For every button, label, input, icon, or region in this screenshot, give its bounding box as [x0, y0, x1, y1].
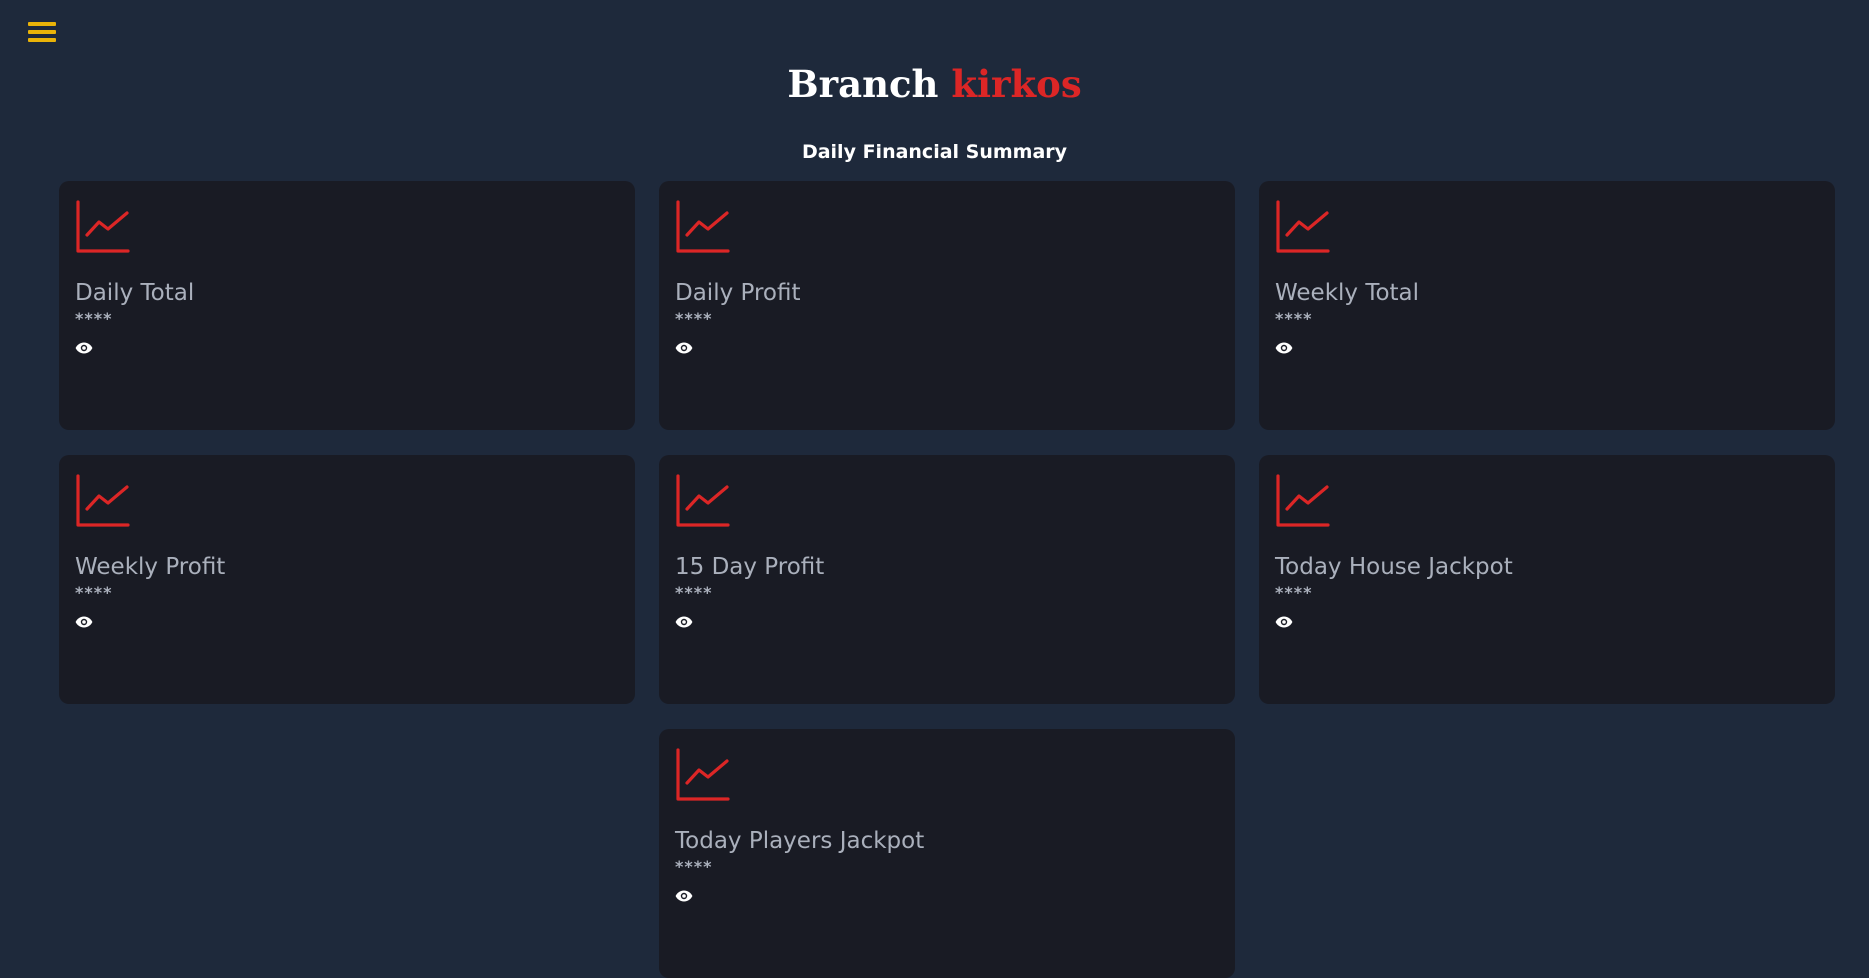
- eye-icon[interactable]: [675, 616, 693, 628]
- card-value: ****: [1275, 309, 1313, 328]
- chart-line-icon: [76, 474, 130, 527]
- title-branch: Branch: [787, 62, 939, 106]
- title-branch-name: kirkos: [951, 62, 1082, 106]
- summary-card-weekly-total: Weekly Total ****: [1259, 181, 1835, 430]
- page-title: Branch kirkos: [0, 62, 1869, 106]
- chart-line-icon: [1276, 200, 1330, 253]
- card-value: ****: [1275, 583, 1313, 602]
- summary-card-today-house-jackpot: Today House Jackpot ****: [1259, 455, 1835, 704]
- menu-bar: [28, 38, 56, 42]
- card-label: Daily Total: [75, 280, 195, 306]
- card-value: ****: [675, 309, 713, 328]
- summary-card-today-players-jackpot: Today Players Jackpot ****: [659, 729, 1235, 978]
- chart-line-icon: [1276, 474, 1330, 527]
- eye-icon[interactable]: [1275, 616, 1293, 628]
- card-label: Weekly Profit: [75, 554, 226, 580]
- eye-icon[interactable]: [675, 890, 693, 902]
- card-label: Weekly Total: [1275, 280, 1420, 306]
- eye-icon[interactable]: [1275, 342, 1293, 354]
- hamburger-menu-icon[interactable]: [28, 20, 56, 44]
- eye-icon[interactable]: [75, 342, 93, 354]
- card-label: 15 Day Profit: [675, 554, 825, 580]
- card-value: ****: [75, 583, 113, 602]
- card-label: Daily Profit: [675, 280, 801, 306]
- menu-bar: [28, 22, 56, 26]
- chart-line-icon: [76, 200, 130, 253]
- summary-card-daily-profit: Daily Profit ****: [659, 181, 1235, 430]
- card-value: ****: [675, 857, 713, 876]
- card-value: ****: [675, 583, 713, 602]
- summary-card-weekly-profit: Weekly Profit ****: [59, 455, 635, 704]
- summary-card-daily-total: Daily Total ****: [59, 181, 635, 430]
- chart-line-icon: [676, 474, 730, 527]
- summary-grid: Daily Total **** Daily Profit **** Weekl…: [59, 181, 1835, 978]
- chart-line-icon: [676, 200, 730, 253]
- page-subtitle: Daily Financial Summary: [801, 141, 1068, 163]
- menu-bar: [28, 30, 56, 34]
- eye-icon[interactable]: [675, 342, 693, 354]
- summary-card-15-day-profit: 15 Day Profit ****: [659, 455, 1235, 704]
- eye-icon[interactable]: [75, 616, 93, 628]
- card-label: Today Players Jackpot: [675, 828, 925, 854]
- card-label: Today House Jackpot: [1275, 554, 1513, 580]
- chart-line-icon: [676, 748, 730, 801]
- card-value: ****: [75, 309, 113, 328]
